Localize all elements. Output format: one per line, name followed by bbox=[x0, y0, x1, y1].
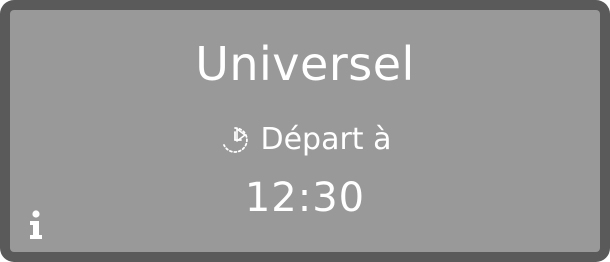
start-time: 12:30 bbox=[244, 175, 366, 221]
delay-start-row: Départ à bbox=[10, 120, 600, 160]
info-icon[interactable] bbox=[26, 208, 46, 240]
display-screen: Universel Départ à 12:30 bbox=[10, 10, 600, 252]
program-name: Universel bbox=[195, 37, 415, 91]
delay-start-timer-icon bbox=[218, 123, 252, 157]
delay-start-label: Départ à bbox=[260, 122, 392, 157]
display-bezel: Universel Départ à 12:30 bbox=[0, 0, 610, 262]
